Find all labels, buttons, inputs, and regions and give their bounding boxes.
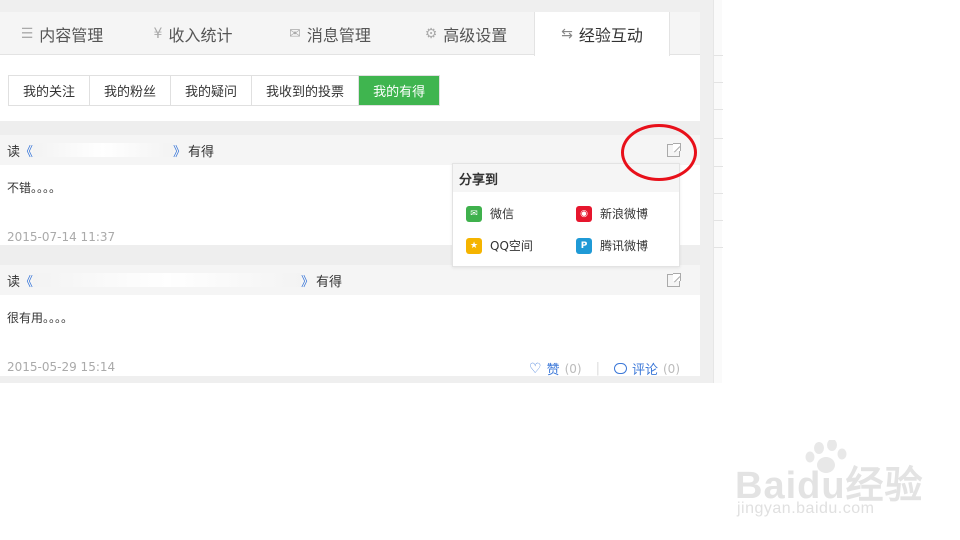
card-header: 读 《 》 有得: [0, 265, 700, 295]
comment-icon[interactable]: [613, 363, 627, 374]
tab-content-management[interactable]: ☰ 内容管理: [0, 12, 124, 55]
gear-icon: ⚙: [424, 25, 438, 42]
watermark-url: jingyan.baidu.com: [737, 500, 875, 517]
open-quote: 《: [20, 144, 34, 160]
yen-icon: ¥: [153, 25, 163, 42]
read-prefix: 读: [7, 144, 21, 160]
share-item-label: 腾讯微博: [600, 239, 649, 253]
close-quote: 》: [173, 144, 187, 160]
envelope-icon: ✉: [289, 25, 301, 42]
annotation-circle: [621, 124, 697, 181]
sub-tabs: 我的关注 我的粉丝 我的疑问 我收到的投票 我的有得: [8, 75, 441, 106]
redacted-title[interactable]: [33, 273, 302, 287]
share-item-label: QQ空间: [490, 239, 533, 253]
card-timestamp: 2015-05-29 15:14: [7, 360, 116, 374]
tab-label: 经验互动: [578, 26, 643, 45]
swap-icon: ⇆: [561, 26, 573, 42]
share-tencent-weibo[interactable]: P 腾讯微博: [576, 237, 648, 254]
tab-income-stats[interactable]: ¥ 收入统计: [124, 12, 262, 55]
subtab-votes-received[interactable]: 我收到的投票: [252, 76, 360, 105]
subtab-fans[interactable]: 我的粉丝: [90, 76, 172, 105]
like-count: (0): [564, 361, 582, 376]
qzone-icon: ★: [466, 237, 482, 254]
share-qzone[interactable]: ★ QQ空间: [466, 237, 533, 254]
tab-label: 消息管理: [306, 25, 371, 45]
share-sina-weibo[interactable]: ◉ 新浪微博: [576, 205, 648, 222]
subtab-following[interactable]: 我的关注: [9, 76, 91, 105]
tab-experience-interaction[interactable]: ⇆ 经验互动: [534, 12, 670, 56]
card-timestamp: 2015-07-14 11:37: [7, 230, 116, 244]
card-actions: ♡ 赞 (0) | 评论 (0): [529, 359, 680, 379]
tab-message-management[interactable]: ✉ 消息管理: [262, 12, 398, 55]
section-divider: [0, 121, 700, 135]
share-item-label: 新浪微博: [600, 207, 649, 221]
subtab-my-gains[interactable]: 我的有得: [359, 76, 440, 105]
tab-advanced-settings[interactable]: ⚙ 高级设置: [398, 12, 534, 55]
gain-suffix: 有得: [188, 144, 215, 160]
tencent-weibo-icon: P: [576, 237, 592, 254]
tab-label: 内容管理: [39, 25, 104, 45]
subtab-questions[interactable]: 我的疑问: [171, 76, 253, 105]
like-button[interactable]: 赞: [547, 359, 560, 378]
redacted-title[interactable]: [33, 143, 174, 157]
card-content: 很有用。。。。: [7, 311, 74, 325]
list-icon: ☰: [20, 25, 34, 42]
baidu-watermark: Baidu经验 jingyan.baidu.com: [735, 439, 945, 530]
gain-suffix: 有得: [316, 274, 343, 290]
share-wechat[interactable]: ✉ 微信: [466, 205, 514, 222]
tab-label: 高级设置: [443, 25, 508, 45]
gain-card: 读 《 》 有得 很有用。。。。 2015-05-29 15:14 ♡ 赞 (0…: [0, 265, 700, 379]
sina-weibo-icon: ◉: [576, 205, 592, 222]
action-divider: |: [595, 361, 600, 376]
share-item-label: 微信: [490, 207, 515, 221]
main-tabs: ☰ 内容管理 ¥ 收入统计 ✉ 消息管理 ⚙ 高级设置 ⇆ 经验互动: [0, 12, 700, 56]
comment-count: (0): [663, 361, 680, 376]
background-page-strip: [713, 0, 723, 383]
card-header: 读 《 》 有得: [0, 135, 700, 165]
share-icon[interactable]: [667, 273, 681, 287]
heart-icon[interactable]: ♡: [529, 361, 542, 377]
read-prefix: 读: [7, 274, 21, 290]
comment-button[interactable]: 评论: [632, 359, 658, 378]
open-quote: 《: [20, 274, 34, 290]
wechat-icon: ✉: [466, 205, 482, 222]
close-quote: 》: [301, 274, 315, 290]
tab-label: 收入统计: [168, 25, 233, 45]
